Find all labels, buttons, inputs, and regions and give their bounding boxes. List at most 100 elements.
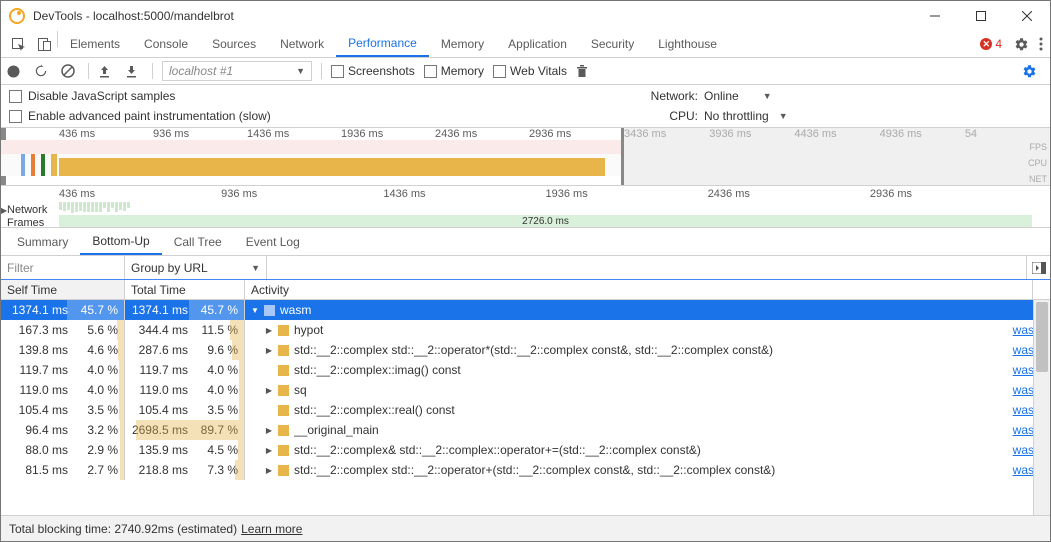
devtools-icon [9, 8, 25, 24]
expand-icon[interactable]: ▼ [251, 306, 259, 315]
table-row[interactable]: 119.7 ms4.0 %119.7 ms4.0 %std::__2::comp… [1, 360, 1050, 380]
maximize-button[interactable] [958, 1, 1004, 31]
filter-bar: Filter Group by URL▼ [1, 256, 1050, 280]
table-row[interactable]: 88.0 ms2.9 %135.9 ms4.5 %▶std::__2::comp… [1, 440, 1050, 460]
network-select[interactable]: Online▼ [704, 89, 772, 103]
performance-toolbar: localhost #1▼ Screenshots Memory Web Vital… [1, 58, 1050, 85]
titlebar: DevTools - localhost:5000/mandelbrot [1, 1, 1050, 31]
sub-tab-event-log[interactable]: Event Log [234, 228, 312, 255]
sub-tab-bottom-up[interactable]: Bottom-Up [80, 228, 161, 255]
net-lane-label: NET [1019, 174, 1047, 184]
vertical-scrollbar[interactable] [1033, 300, 1050, 515]
activity-color-icon [278, 385, 289, 396]
settings-icon[interactable] [1010, 31, 1032, 57]
record-icon[interactable] [7, 65, 25, 78]
details-tabs: SummaryBottom-UpCall TreeEvent Log [1, 228, 1050, 256]
error-icon: ✕ [980, 38, 992, 50]
sub-tab-call-tree[interactable]: Call Tree [162, 228, 234, 255]
activity-name: wasm [280, 303, 994, 317]
devtools-top-tabs: ElementsConsoleSourcesNetworkPerformance… [1, 31, 1050, 58]
error-badge[interactable]: ✕ 4 [980, 31, 1002, 57]
table-row[interactable]: 1374.1 ms45.7 %1374.1 ms45.7 %▼wasm [1, 300, 1050, 320]
expand-icon[interactable]: ▶ [265, 466, 273, 475]
tab-console[interactable]: Console [132, 31, 200, 57]
tab-elements[interactable]: Elements [58, 31, 132, 57]
tab-lighthouse[interactable]: Lighthouse [646, 31, 729, 57]
clear-icon[interactable] [61, 64, 79, 78]
group-select[interactable]: Group by URL▼ [125, 256, 267, 279]
frames-lane-label: Frames [7, 217, 44, 229]
minimize-button[interactable] [912, 1, 958, 31]
col-total-time[interactable]: Total Time [125, 280, 245, 299]
more-icon[interactable] [1032, 31, 1050, 57]
activity-color-icon [278, 465, 289, 476]
window-title: DevTools - localhost:5000/mandelbrot [33, 9, 234, 23]
activity-color-icon [278, 325, 289, 336]
activity-name: std::__2::complex std::__2::operator+(st… [294, 463, 994, 477]
activity-name: sq [294, 383, 994, 397]
timeline-overview[interactable]: 436 ms936 ms1436 ms1936 ms2436 ms2936 ms… [1, 128, 1050, 186]
reload-icon[interactable] [34, 64, 52, 78]
col-self-time[interactable]: Self Time [1, 280, 125, 299]
tab-application[interactable]: Application [496, 31, 579, 57]
learn-more-link[interactable]: Learn more [241, 522, 302, 536]
tab-performance[interactable]: Performance [336, 31, 429, 57]
upload-icon[interactable] [98, 65, 116, 78]
paint-checkbox[interactable] [9, 110, 22, 123]
activity-color-icon [278, 365, 289, 376]
filter-input[interactable]: Filter [1, 256, 125, 279]
activity-color-icon [278, 345, 289, 356]
status-bar: Total blocking time: 2740.92ms (estimate… [1, 515, 1050, 541]
context-select[interactable]: localhost #1▼ [162, 61, 312, 81]
activity-color-icon [264, 305, 275, 316]
tab-sources[interactable]: Sources [200, 31, 268, 57]
expand-icon[interactable]: ▶ [265, 386, 273, 395]
cpu-label: CPU: [638, 109, 698, 123]
disable-js-label: Disable JavaScript samples [28, 89, 175, 103]
network-label: Network: [638, 89, 698, 103]
frames-bar[interactable]: 2726.0 ms [59, 215, 1032, 227]
activity-color-icon [278, 405, 289, 416]
flamechart-overview[interactable]: 436 ms936 ms1436 ms1936 ms2436 ms2936 ms… [1, 186, 1050, 228]
close-button[interactable] [1004, 1, 1050, 31]
activity-name: hypot [294, 323, 994, 337]
fps-lane-label: FPS [1019, 142, 1047, 152]
activity-name: std::__2::complex::real() const [294, 403, 994, 417]
table-row[interactable]: 119.0 ms4.0 %119.0 ms4.0 %▶sqwasm [1, 380, 1050, 400]
expand-icon[interactable]: ▶ [265, 326, 273, 335]
sub-tab-summary[interactable]: Summary [5, 228, 80, 255]
activity-name: std::__2::complex::imag() const [294, 363, 994, 377]
checkbox-web-vitals[interactable]: Web Vitals [493, 64, 567, 78]
col-activity[interactable]: Activity [245, 280, 1032, 299]
table-row[interactable]: 105.4 ms3.5 %105.4 ms3.5 %std::__2::comp… [1, 400, 1050, 420]
table-row[interactable]: 167.3 ms5.6 %344.4 ms11.5 %▶hypotwasm [1, 320, 1050, 340]
cpu-select[interactable]: No throttling▼ [704, 109, 788, 123]
checkbox-memory[interactable]: Memory [424, 64, 484, 78]
status-text: Total blocking time: 2740.92ms (estimate… [9, 522, 237, 536]
activity-name: __original_main [294, 423, 994, 437]
device-toggle-icon[interactable] [31, 31, 57, 57]
table-row[interactable]: 81.5 ms2.7 %218.8 ms7.3 %▶std::__2::comp… [1, 460, 1050, 480]
capture-settings: Disable JavaScript samples Enable advanc… [1, 85, 1050, 128]
download-icon[interactable] [125, 65, 143, 78]
expand-icon[interactable]: ▶ [265, 346, 273, 355]
table-row[interactable]: 139.8 ms4.6 %287.6 ms9.6 %▶std::__2::com… [1, 340, 1050, 360]
network-lane-label: Network [7, 204, 47, 216]
activity-name: std::__2::complex& std::__2::complex::op… [294, 443, 994, 457]
table-header: Self Time Total Time Activity [1, 280, 1050, 300]
activity-color-icon [278, 425, 289, 436]
tab-memory[interactable]: Memory [429, 31, 496, 57]
inspect-icon[interactable] [5, 31, 31, 57]
cpu-lane-label: CPU [1019, 158, 1047, 168]
tab-network[interactable]: Network [268, 31, 336, 57]
expand-icon[interactable]: ▶ [265, 446, 273, 455]
table-row[interactable]: 96.4 ms3.2 %2698.5 ms89.7 %▶__original_m… [1, 420, 1050, 440]
capture-settings-icon[interactable] [1022, 64, 1044, 79]
tab-security[interactable]: Security [579, 31, 646, 57]
expand-icon[interactable]: ▶ [265, 426, 273, 435]
heaviest-stack-icon[interactable] [1026, 256, 1050, 279]
activity-color-icon [278, 445, 289, 456]
disable-js-checkbox[interactable] [9, 90, 22, 103]
checkbox-screenshots[interactable]: Screenshots [331, 64, 415, 78]
delete-icon[interactable] [576, 64, 594, 78]
